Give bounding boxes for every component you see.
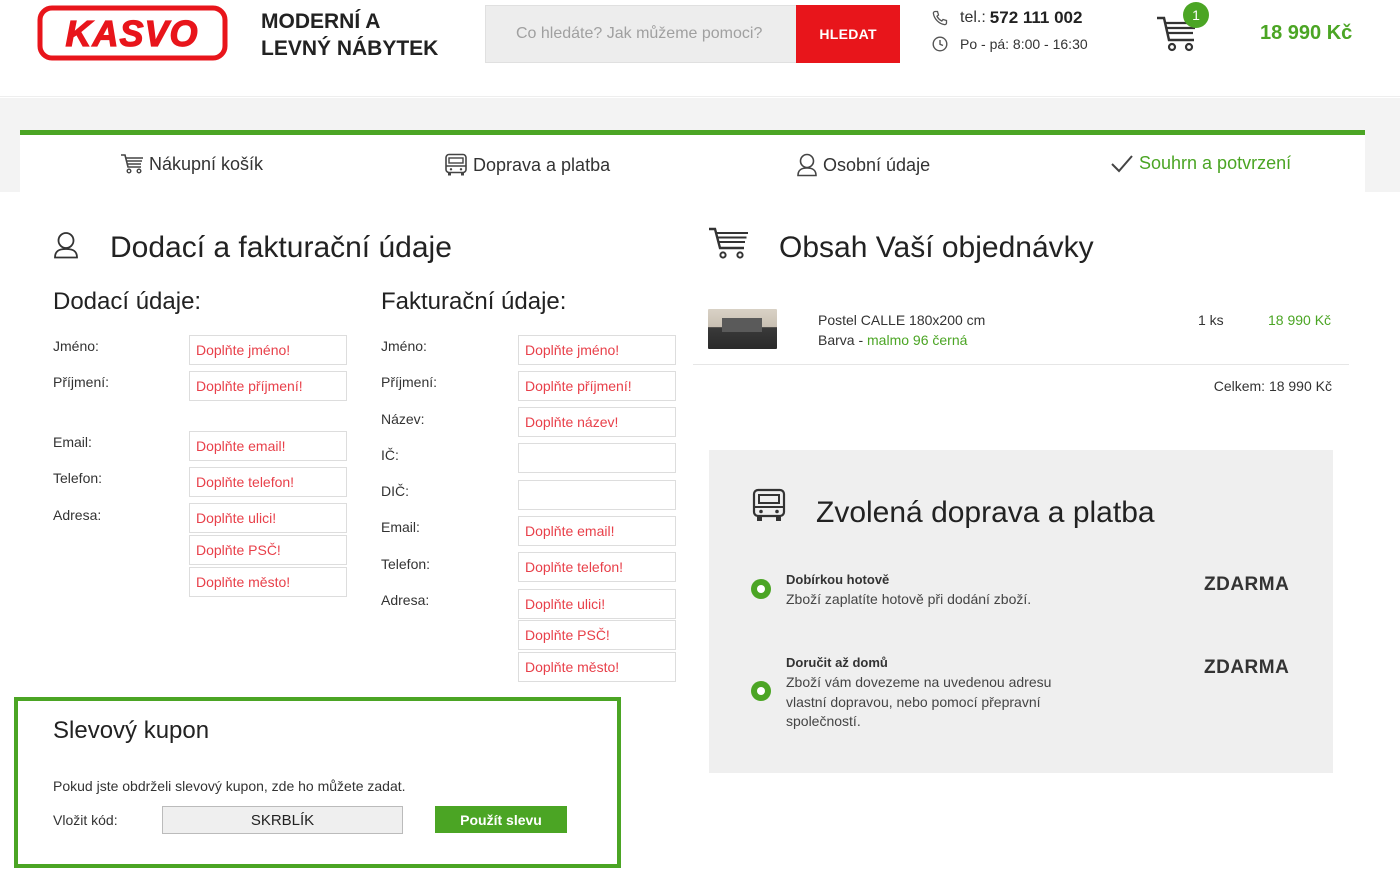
option-title: Doručit až domů bbox=[786, 655, 888, 670]
billing-email-field[interactable] bbox=[518, 516, 676, 546]
delivery-phone-label: Telefon: bbox=[53, 470, 103, 486]
product-thumbnail[interactable] bbox=[708, 309, 777, 349]
step-cart[interactable]: Nákupní košík bbox=[120, 153, 263, 175]
billing-surname-field[interactable] bbox=[518, 371, 676, 401]
option-price: ZDARMA bbox=[1204, 574, 1290, 595]
option-title: Dobírkou hotově bbox=[786, 572, 890, 587]
billing-company-field[interactable] bbox=[518, 407, 676, 437]
billing-ico-field[interactable] bbox=[518, 443, 676, 473]
billing-dic-label: DIČ: bbox=[381, 483, 409, 499]
check-icon bbox=[1111, 154, 1133, 172]
delivery-zip-field[interactable] bbox=[189, 535, 347, 565]
site-header: KASVO MODERNÍ A LEVNÝ NÁBYTEK HLEDAT tel… bbox=[0, 0, 1400, 97]
product-variant: Barva - malmo 96 černá bbox=[818, 332, 967, 348]
step-label: Osobní údaje bbox=[823, 154, 931, 175]
cart-count-badge[interactable]: 1 bbox=[1183, 2, 1209, 28]
billing-phone-field[interactable] bbox=[518, 552, 676, 582]
billing-name-field[interactable] bbox=[518, 335, 676, 365]
product-quantity: 1 ks bbox=[1198, 312, 1224, 328]
variant-value: malmo 96 černá bbox=[867, 332, 968, 348]
search-button[interactable]: HLEDAT bbox=[796, 5, 900, 63]
variant-label: Barva - bbox=[818, 332, 868, 348]
step-summary[interactable]: Souhrn a potvrzení bbox=[1110, 153, 1291, 174]
coupon-label: Vložit kód: bbox=[53, 812, 118, 828]
step-label: Souhrn a potvrzení bbox=[1139, 153, 1292, 173]
user-icon bbox=[797, 153, 817, 177]
delivery-city-field[interactable] bbox=[189, 567, 347, 597]
search-input[interactable] bbox=[485, 5, 797, 63]
phone-row: tel.: 572 111 002 bbox=[932, 7, 1088, 29]
delivery-name-label: Jméno: bbox=[53, 338, 99, 354]
step-personal-info[interactable]: Osobní údaje bbox=[796, 153, 930, 177]
product-price: 18 990 Kč bbox=[1268, 312, 1332, 328]
coupon-text: Pokud jste obdrželi slevový kupon, zde h… bbox=[53, 778, 406, 794]
tagline-line1: MODERNÍ A bbox=[261, 10, 381, 33]
billing-phone-label: Telefon: bbox=[381, 556, 431, 572]
section-title-details: Dodací a fakturační údaje bbox=[110, 231, 452, 264]
delivery-email-label: Email: bbox=[53, 434, 92, 450]
phone-icon bbox=[932, 10, 948, 26]
truck-icon bbox=[445, 153, 467, 176]
step-label: Doprava a platba bbox=[473, 154, 611, 175]
delivery-surname-field[interactable] bbox=[189, 371, 347, 401]
billing-address-label: Adresa: bbox=[381, 592, 430, 608]
step-label: Nákupní košík bbox=[149, 153, 264, 174]
option-price: ZDARMA bbox=[1204, 657, 1290, 678]
svg-text:KASVO: KASVO bbox=[65, 13, 198, 54]
billing-zip-field[interactable] bbox=[518, 620, 676, 650]
apply-coupon-button[interactable]: Použít slevu bbox=[435, 806, 567, 833]
option-desc: Zboží zaplatíte hotově při dodání zboží. bbox=[786, 591, 1032, 607]
phone-label: tel.: bbox=[960, 9, 986, 26]
cart-icon bbox=[709, 227, 748, 259]
user-icon bbox=[54, 232, 78, 259]
phone-number[interactable]: 572 111 002 bbox=[990, 8, 1083, 28]
step-shipping[interactable]: Doprava a platba bbox=[444, 153, 610, 177]
billing-email-label: Email: bbox=[381, 519, 420, 535]
billing-surname-label: Příjmení: bbox=[381, 374, 438, 390]
radio-cod-selected[interactable] bbox=[751, 579, 771, 599]
radio-home-delivery-selected[interactable] bbox=[751, 681, 771, 701]
cart-icon bbox=[121, 154, 143, 174]
delivery-name-field[interactable] bbox=[189, 335, 347, 365]
product-name[interactable]: Postel CALLE 180x200 cm bbox=[818, 312, 985, 328]
billing-name-label: Jméno: bbox=[381, 338, 427, 354]
opening-hours: Po - pá: 8:00 - 16:30 bbox=[960, 36, 1088, 52]
coupon-code-input[interactable] bbox=[162, 806, 403, 834]
checkout-steps: Nákupní košík Doprava a platba Osobní úd… bbox=[20, 130, 1365, 192]
truck-icon bbox=[752, 488, 786, 521]
coupon-title: Slevový kupon bbox=[53, 717, 210, 744]
billing-company-label: Název: bbox=[381, 411, 425, 427]
kasvo-logo[interactable]: KASVO bbox=[37, 5, 228, 61]
delivery-street-field[interactable] bbox=[189, 503, 347, 533]
search-bar: HLEDAT bbox=[485, 5, 900, 63]
cart-total[interactable]: 18 990 Kč bbox=[1260, 22, 1352, 45]
billing-city-field[interactable] bbox=[518, 652, 676, 682]
delivery-phone-field[interactable] bbox=[189, 467, 347, 497]
contact-info: tel.: 572 111 002 Po - pá: 8:00 - 16:30 bbox=[932, 7, 1088, 59]
option-desc: Zboží vám dovezeme na uvedenou adresu vl… bbox=[786, 674, 1052, 729]
section-title-shipping: Zvolená doprava a platba bbox=[816, 496, 1155, 529]
delivery-email-field[interactable] bbox=[189, 431, 347, 461]
billing-title: Fakturační údaje: bbox=[381, 288, 567, 315]
billing-ico-label: IČ: bbox=[381, 447, 399, 463]
delivery-title: Dodací údaje: bbox=[53, 288, 202, 315]
billing-dic-field[interactable] bbox=[518, 480, 676, 510]
billing-street-field[interactable] bbox=[518, 589, 676, 619]
delivery-address-label: Adresa: bbox=[53, 507, 102, 523]
section-title-order: Obsah Vaší objednávky bbox=[779, 231, 1094, 264]
divider bbox=[693, 364, 1349, 365]
hours-row: Po - pá: 8:00 - 16:30 bbox=[932, 33, 1088, 55]
tagline-line2: LEVNÝ NÁBYTEK bbox=[261, 37, 439, 60]
delivery-surname-label: Příjmení: bbox=[53, 374, 110, 390]
tagline: MODERNÍ A LEVNÝ NÁBYTEK bbox=[261, 8, 438, 62]
clock-icon bbox=[932, 36, 948, 52]
order-total: Celkem: 18 990 Kč bbox=[1213, 378, 1332, 394]
